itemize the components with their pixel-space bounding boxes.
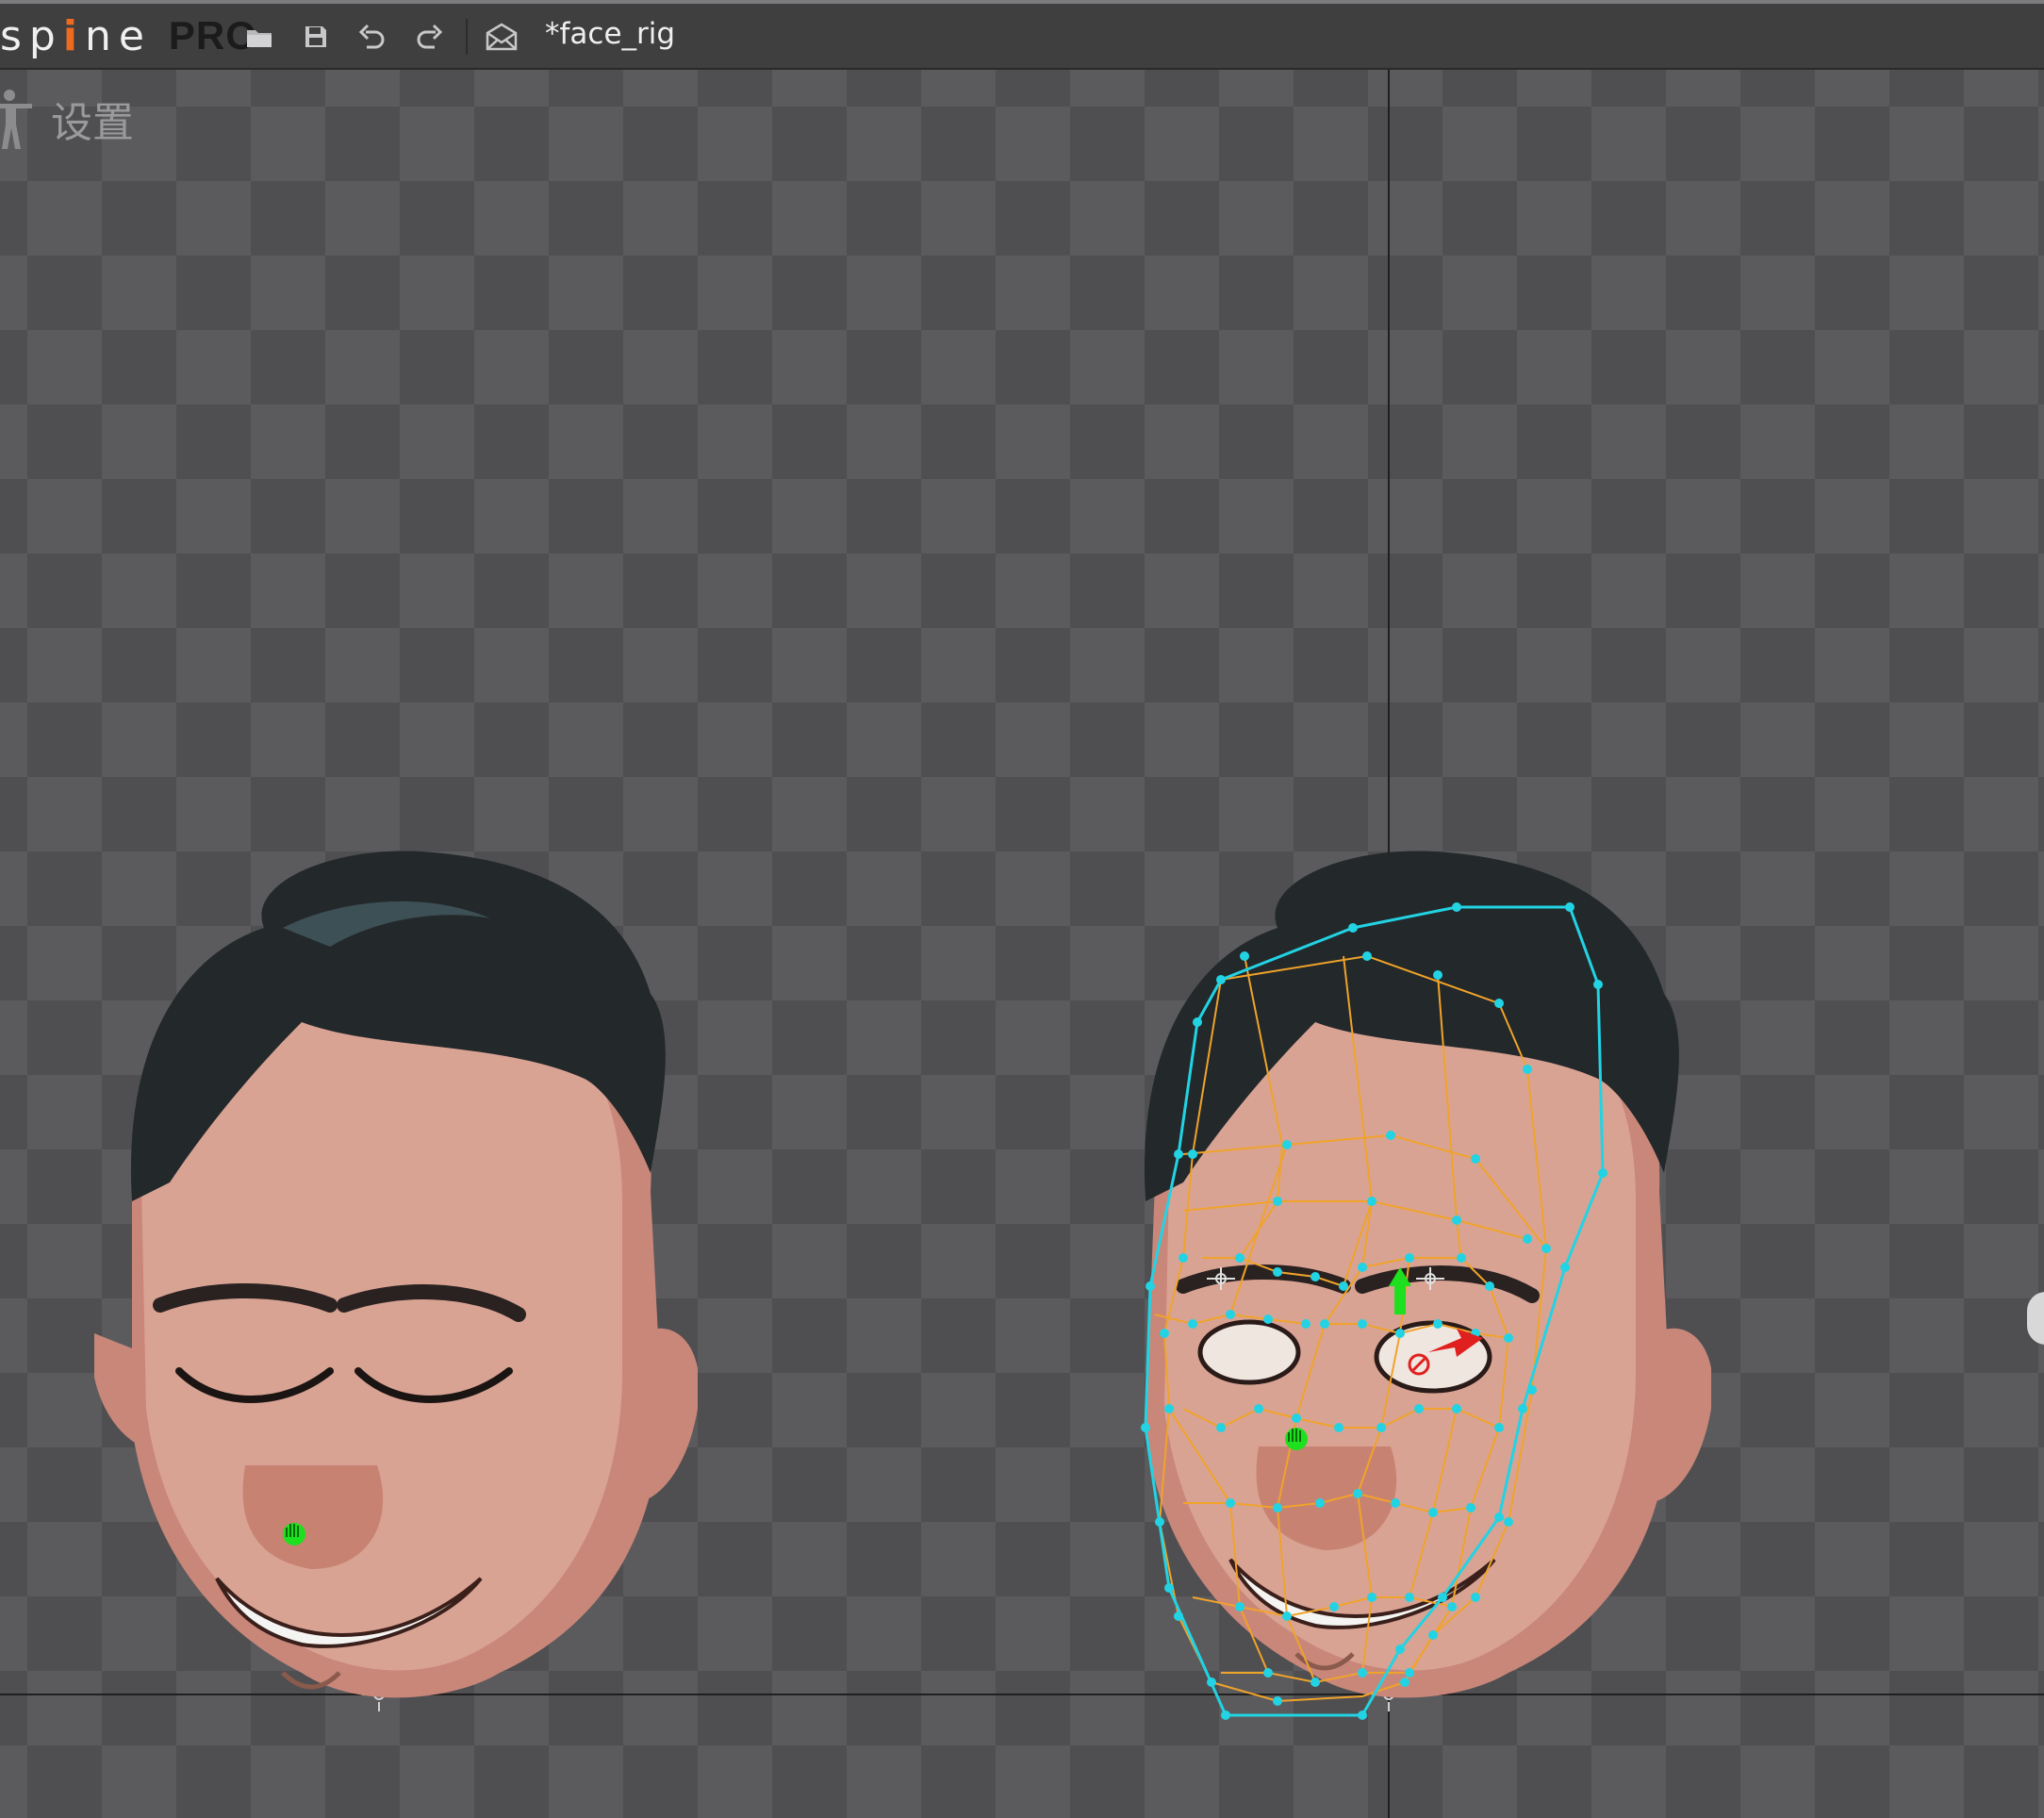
- title-bar: spine PRO *face_rig: [0, 0, 2044, 70]
- redo-icon: [417, 24, 443, 49]
- export-button[interactable]: [483, 21, 520, 53]
- logo-text: spine: [0, 11, 152, 60]
- spine-logo: spine PRO: [0, 9, 257, 62]
- toolbar-separator: [466, 19, 468, 55]
- skeleton-icon: [0, 90, 32, 149]
- redo-button[interactable]: [413, 21, 445, 53]
- viewport-side-handle[interactable]: [2027, 1292, 2044, 1345]
- face-image-right[interactable]: [1127, 843, 1711, 1748]
- mode-label: 设置: [51, 99, 134, 147]
- mode-indicator: 设置: [0, 89, 134, 149]
- bone-handle-left-nose[interactable]: [283, 1523, 305, 1545]
- editor-viewport[interactable]: 设置: [0, 70, 2044, 1818]
- open-folder-icon: [247, 30, 272, 47]
- open-project-button[interactable]: [243, 21, 275, 53]
- send-icon: [486, 23, 518, 51]
- bone-handle-right-nose[interactable]: [1285, 1428, 1308, 1450]
- save-icon: [305, 26, 326, 47]
- save-button[interactable]: [300, 21, 332, 53]
- undo-button[interactable]: [356, 21, 388, 53]
- document-title: *face_rig: [545, 17, 676, 51]
- face-image-left[interactable]: [94, 843, 698, 1729]
- undo-icon: [358, 24, 385, 49]
